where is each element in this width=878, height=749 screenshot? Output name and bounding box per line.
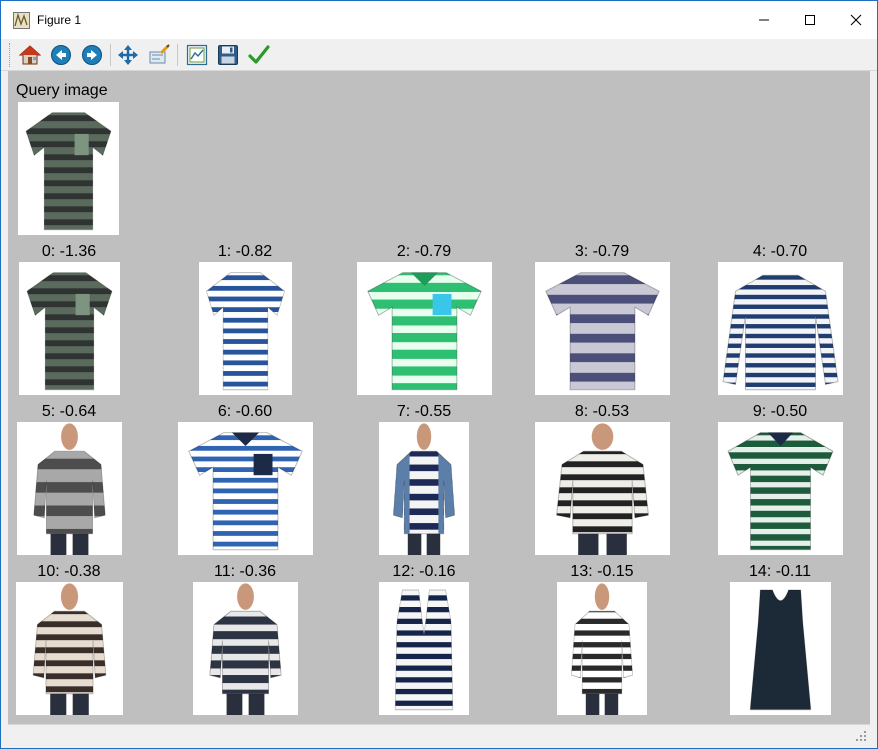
thumbnail-image-2 [366, 272, 482, 391]
result-image [177, 422, 313, 555]
thumbnail-image-14 [749, 589, 811, 711]
configure-subplots-icon [186, 44, 208, 66]
result-image [717, 262, 843, 395]
result-image [198, 262, 292, 395]
result-image [15, 582, 123, 715]
result-image [379, 422, 469, 555]
result-title: 4: -0.70 [752, 243, 808, 260]
thumbnail-image-q [25, 112, 112, 231]
result-title: 8: -0.53 [574, 403, 630, 420]
result-title: 5: -0.64 [41, 403, 97, 420]
back-button[interactable] [48, 42, 74, 68]
result-title: 3: -0.79 [574, 243, 630, 260]
navigation-toolbar [1, 39, 877, 71]
thumbnail-image-5 [32, 423, 106, 555]
result-title: 13: -0.15 [570, 563, 634, 580]
thumbnail-image-3 [544, 272, 660, 391]
forward-button[interactable] [79, 42, 105, 68]
result-image [729, 582, 831, 715]
maximize-button[interactable] [787, 1, 833, 39]
thumbnail-image-11 [208, 583, 282, 715]
result-title: 14: -0.11 [749, 563, 811, 580]
toolbar-separator [110, 44, 111, 66]
thumbnail-image-8 [555, 423, 649, 555]
result-image [717, 422, 843, 555]
subplots-button[interactable] [184, 42, 210, 68]
zoom-button[interactable] [146, 42, 172, 68]
result-title: 0: -1.36 [41, 243, 97, 260]
query-image [18, 102, 119, 235]
toolbar-grip[interactable] [9, 43, 11, 67]
thumbnail-image-4 [721, 274, 839, 391]
result-image [534, 422, 670, 555]
result-title: 10: -0.38 [37, 563, 101, 580]
result-image [16, 422, 122, 555]
result-title: 6: -0.60 [217, 403, 273, 420]
thumbnail-image-0 [26, 272, 112, 391]
figure-window: Figure 1 Query image 0: -1.36 1: -0.82 2… [0, 0, 878, 749]
close-icon [850, 14, 862, 26]
home-button[interactable] [17, 42, 43, 68]
resize-grip-icon[interactable] [856, 731, 866, 741]
thumbnail-image-1 [205, 272, 285, 391]
result-title: 12: -0.16 [392, 563, 456, 580]
toolbar-separator [177, 44, 178, 66]
thumbnail-image-13 [571, 583, 633, 715]
figure-canvas[interactable]: Query image 0: -1.36 1: -0.82 2: -0.79 3: -… [8, 71, 870, 724]
result-title: 2: -0.79 [396, 243, 452, 260]
maximize-icon [805, 15, 815, 25]
query-image-title: Query image [16, 82, 108, 99]
minimize-button[interactable] [741, 1, 787, 39]
result-image [356, 262, 492, 395]
arrow-left-icon [51, 45, 71, 65]
result-image [557, 582, 647, 715]
minimize-icon [759, 19, 769, 21]
title-bar[interactable]: Figure 1 [1, 1, 877, 39]
floppy-disk-icon [218, 45, 238, 65]
result-title: 11: -0.36 [214, 563, 276, 580]
result-image [534, 262, 670, 395]
result-image [379, 582, 469, 715]
move-arrows-icon [118, 45, 138, 65]
home-icon [19, 45, 41, 65]
result-title: 9: -0.50 [752, 403, 808, 420]
arrow-right-icon [82, 45, 102, 65]
thumbnail-image-6 [187, 432, 303, 551]
thumbnail-image-10 [32, 583, 106, 715]
close-button[interactable] [833, 1, 878, 39]
matplotlib-app-icon [13, 12, 30, 29]
result-image [192, 582, 298, 715]
thumbnail-image-12 [394, 589, 454, 711]
thumbnail-image-9 [726, 432, 834, 551]
result-image [18, 262, 120, 395]
thumbnail-image-7 [393, 423, 455, 555]
result-title: 7: -0.55 [396, 403, 452, 420]
checkmark-icon [248, 45, 270, 64]
save-button[interactable] [215, 42, 241, 68]
zoom-rect-icon [149, 44, 170, 64]
result-title: 1: -0.82 [217, 243, 273, 260]
window-title: Figure 1 [37, 13, 82, 27]
customize-button[interactable] [246, 42, 272, 68]
status-bar [8, 724, 870, 744]
pan-button[interactable] [115, 42, 141, 68]
